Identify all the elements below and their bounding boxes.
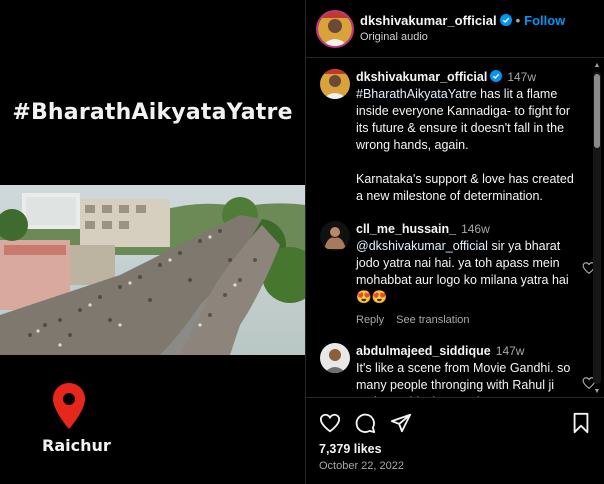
reply-button[interactable]: Reply (356, 314, 384, 326)
comments-list[interactable]: dkshivakumar_official 147w #BharathAikyat… (306, 59, 604, 397)
comment-body: cll_me_hussain_ 146w @dkshivakumar_offici… (356, 221, 578, 329)
comment-username[interactable]: dkshivakumar_official (356, 70, 487, 84)
comment-time[interactable]: 147w (507, 70, 536, 84)
comment-text: It's like a scene from Movie Gandhi. so … (356, 361, 571, 397)
scrollbar-thumb[interactable] (594, 74, 600, 148)
follow-button[interactable]: Follow (524, 13, 565, 28)
commenter-avatar[interactable] (320, 221, 350, 251)
verified-badge-icon (490, 70, 503, 82)
separator-dot: • (515, 13, 521, 28)
rally-photo (0, 185, 305, 355)
commenter-avatar[interactable] (320, 343, 350, 373)
paper-plane-icon[interactable] (390, 412, 412, 434)
post-date[interactable]: October 22, 2022 (319, 460, 404, 472)
likes-count[interactable]: 7,379 likes (319, 442, 382, 456)
audio-label[interactable]: Original audio (360, 31, 428, 43)
comment-meta: Reply See translation (356, 312, 578, 329)
comment-text: @dkshivakumar_official sir ya bharat jod… (356, 238, 578, 306)
location-label: Raichur (42, 436, 111, 455)
post-header: dkshivakumar_official • Follow Original au… (306, 0, 604, 58)
scroll-down-arrow-icon[interactable]: ▼ (593, 388, 601, 396)
comment-username[interactable]: abdulmajeed_siddique (356, 344, 491, 358)
author-name-row: dkshivakumar_official • Follow (360, 13, 565, 28)
post-details-panel: dkshivakumar_official • Follow Original au… (305, 0, 604, 484)
comment-icon[interactable] (354, 412, 376, 434)
author-avatar[interactable] (316, 10, 354, 48)
caption-text-2: Karnataka's support & love has created a… (356, 172, 574, 203)
verified-badge-icon (499, 14, 512, 26)
post-actions: 7,379 likes October 22, 2022 (306, 397, 604, 484)
mention-link[interactable]: @dkshivakumar_official (356, 239, 488, 253)
comment-username[interactable]: cll_me_hussain_ (356, 222, 456, 236)
comment-body: abdulmajeed_siddique 147w It's like a sce… (356, 343, 578, 397)
bookmark-icon[interactable] (570, 412, 592, 434)
caption-text: #BharathAikyataYatre has lit a flame ins… (356, 86, 578, 154)
hashtag-link[interactable]: #BharathAikyataYatre (356, 87, 477, 101)
post-media[interactable]: #BharathAikyataYatre Raichur (0, 0, 305, 484)
comment-time[interactable]: 146w (461, 222, 490, 236)
see-translation-button[interactable]: See translation (396, 314, 469, 326)
media-hashtag-text: #BharathAikyataYatre (12, 100, 293, 125)
comment-time[interactable]: 147w (496, 344, 525, 358)
caption-author-avatar[interactable] (320, 69, 350, 99)
heart-icon[interactable] (319, 412, 341, 434)
map-pin-icon (53, 383, 85, 429)
comments-scrollbar[interactable]: ▲ ▼ (593, 60, 601, 396)
scroll-up-arrow-icon[interactable]: ▲ (593, 62, 601, 70)
author-username[interactable]: dkshivakumar_official (360, 13, 497, 28)
caption-body: dkshivakumar_official 147w #BharathAikyat… (356, 69, 578, 205)
